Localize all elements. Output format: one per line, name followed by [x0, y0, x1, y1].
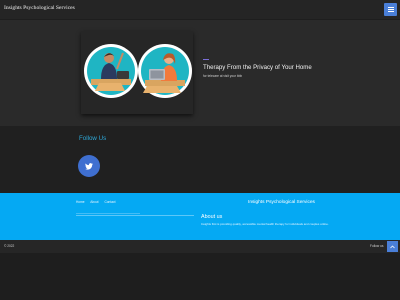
bottom-bar: © 2022 Follow us — [0, 240, 400, 253]
menu-toggle-button[interactable] — [384, 3, 397, 16]
site-brand[interactable]: Insights Psychological Services — [4, 5, 75, 11]
footer-about-title: About us — [201, 214, 223, 220]
hero-title: Therapy From the Privacy of Your Home — [203, 64, 312, 71]
footer-brand: Insights Psychological Services — [248, 200, 315, 205]
hero-accent-line — [203, 59, 209, 60]
twitter-button[interactable] — [78, 155, 100, 177]
copyright-text: © 2022 — [4, 244, 15, 248]
footer-link-about[interactable]: About — [90, 200, 98, 204]
hamburger-icon-line — [387, 9, 394, 10]
footer-links: Home About Contact — [76, 200, 120, 204]
hero-subtitle: for telecare at visit your bbb — [203, 74, 243, 78]
hero-image-card — [81, 31, 193, 114]
twitter-icon — [85, 162, 93, 170]
bottom-follow-label: Follow us — [370, 244, 384, 248]
page-background-bottom — [0, 253, 400, 300]
footer-section: Home About Contact Insights Psychologica… — [0, 193, 400, 240]
telehealth-illustration — [84, 44, 192, 98]
top-navbar: Insights Psychological Services — [0, 0, 400, 20]
footer-link-home[interactable]: Home — [76, 200, 85, 204]
follow-section: Follow Us — [0, 126, 400, 193]
follow-title: Follow Us — [79, 135, 107, 142]
hero-section: Therapy From the Privacy of Your Home fo… — [0, 20, 400, 126]
hamburger-icon-line — [387, 11, 394, 12]
footer-divider — [76, 215, 194, 216]
footer-about-text: Insights first is providing quality, acc… — [201, 222, 329, 226]
footer-divider-short — [76, 213, 140, 214]
footer-link-contact[interactable]: Contact — [104, 200, 115, 204]
chevron-up-icon — [390, 244, 395, 248]
scroll-to-top-button[interactable] — [387, 241, 398, 252]
hamburger-icon — [387, 7, 394, 8]
